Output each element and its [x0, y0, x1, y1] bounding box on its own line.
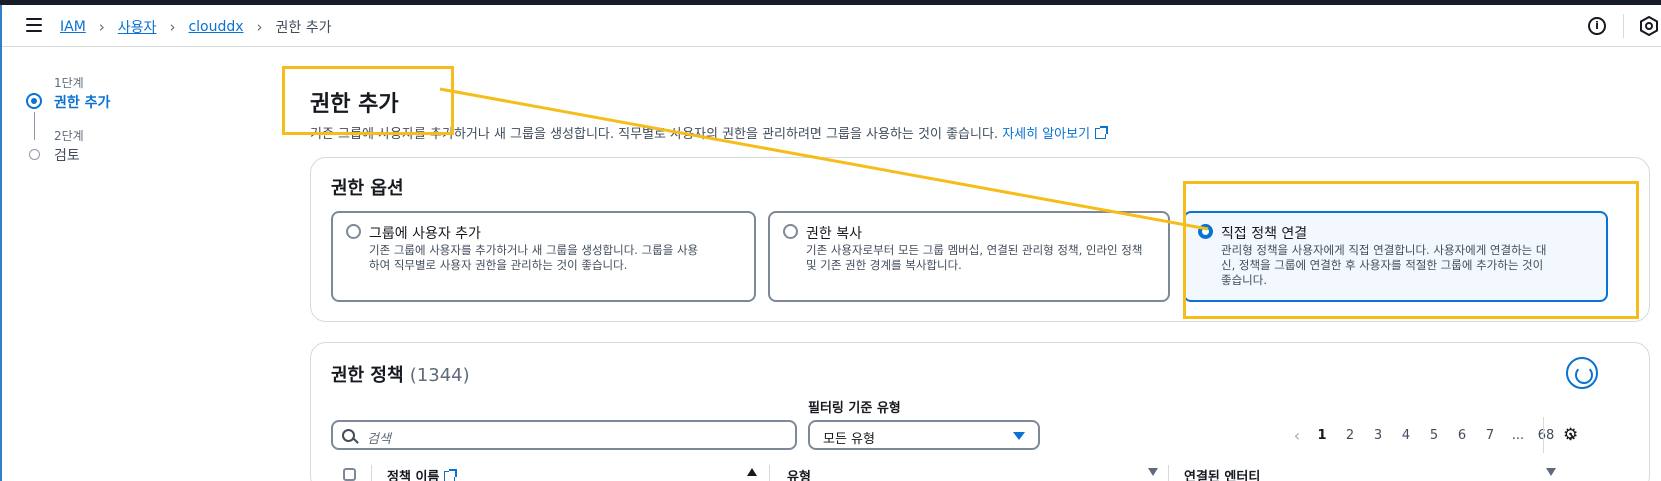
option-desc-line: 및 기존 권한 경계를 복사합니다.: [806, 258, 962, 272]
option-copy-permissions[interactable]: 권한 복사 기존 사용자로부터 모든 그룹 멤버십, 연결된 관리형 정책, 인…: [768, 211, 1170, 302]
learn-more-link[interactable]: 자세히 알아보기: [1002, 126, 1109, 142]
page-description-text: 기존 그룹에 사용자를 추가하거나 새 그룹을 생성합니다. 직무별로 사용자의…: [310, 127, 999, 142]
step-connector: [34, 112, 35, 140]
permission-policies-card: 권한 정책 (1344) 필터링 기준 유형 검색 모든 유형 ‹ 1 2 3 …: [310, 342, 1650, 481]
breadcrumb-current: 권한 추가: [275, 20, 332, 36]
topbar-divider: [1623, 14, 1624, 38]
radio-copy-permissions[interactable]: [783, 224, 798, 239]
option-description: 기존 그룹에 사용자를 추가하거나 새 그룹을 생성합니다. 그룹을 사용 하여…: [369, 243, 698, 273]
chevron-right-icon: ›: [256, 18, 263, 36]
permission-options-card: 권한 옵션 그룹에 사용자 추가 기존 그룹에 사용자를 추가하거나 새 그룹을…: [310, 157, 1650, 322]
column-header-type[interactable]: 유형: [787, 466, 811, 481]
radio-add-to-group[interactable]: [346, 224, 361, 239]
refresh-icon[interactable]: [1566, 357, 1598, 389]
sort-icon[interactable]: [1546, 468, 1556, 476]
chevron-left-icon[interactable]: ‹: [1286, 426, 1308, 445]
step-1-name[interactable]: 권한 추가: [54, 92, 110, 112]
column-divider: [769, 465, 770, 481]
step-2-label: 2단계: [54, 129, 84, 143]
option-title: 권한 복사: [806, 226, 862, 242]
option-desc-line: 관리형 정책을 사용자에게 직접 연결합니다. 사용자에게 연결하는 대: [1221, 243, 1547, 257]
breadcrumb-user-clouddx[interactable]: clouddx: [188, 19, 243, 35]
breadcrumb-iam[interactable]: IAM: [60, 19, 86, 35]
sort-ascending-icon[interactable]: [747, 468, 757, 476]
chevron-right-icon: ›: [169, 18, 176, 36]
step-1-label: 1단계: [54, 76, 84, 90]
page-button[interactable]: 6: [1448, 428, 1476, 443]
radio-attach-policies[interactable]: [1198, 224, 1213, 239]
option-title: 그룹에 사용자 추가: [369, 226, 481, 242]
step-2-name: 검토: [54, 148, 80, 164]
option-desc-line: 기존 사용자로부터 모든 그룹 멤버십, 연결된 관리형 정책, 인라인 정책: [806, 243, 1143, 257]
page-button[interactable]: 1: [1308, 428, 1336, 443]
option-description: 기존 사용자로부터 모든 그룹 멤버십, 연결된 관리형 정책, 인라인 정책 …: [806, 243, 1142, 273]
option-desc-line: 신, 정책을 그룹에 연결한 후 사용자를 적절한 그룹에 추가하는 것이: [1221, 258, 1544, 272]
hexagon-icon[interactable]: [1639, 16, 1659, 36]
external-link-icon: [1095, 126, 1109, 139]
top-navigation-bar: IAM › 사용자 › clouddx › 권한 추가 i: [2, 5, 1661, 47]
filter-type-select[interactable]: 모든 유형: [808, 420, 1040, 450]
option-title: 직접 정책 연결: [1221, 226, 1308, 242]
step-2-indicator-icon: [29, 149, 40, 160]
page-button[interactable]: 2: [1336, 428, 1364, 443]
left-edge-accent: [0, 5, 2, 481]
option-description: 관리형 정책을 사용자에게 직접 연결합니다. 사용자에게 연결하는 대 신, …: [1221, 243, 1546, 288]
page-description: 기존 그룹에 사용자를 추가하거나 새 그룹을 생성합니다. 직무별로 사용자의…: [310, 123, 1109, 142]
page-ellipsis: ...: [1511, 427, 1525, 443]
page-button[interactable]: 68: [1532, 428, 1560, 443]
table-header: 정책 이름 유형 연결된 엔터티: [331, 463, 1631, 481]
option-add-user-to-group[interactable]: 그룹에 사용자 추가 기존 그룹에 사용자를 추가하거나 새 그룹을 생성합니다…: [331, 211, 756, 302]
page-button[interactable]: 3: [1364, 428, 1392, 443]
search-input[interactable]: 검색: [331, 420, 797, 450]
gear-icon[interactable]: ⚙: [1563, 425, 1578, 445]
learn-more-label[interactable]: 자세히 알아보기: [1002, 127, 1090, 142]
pagination-divider: [1543, 417, 1544, 453]
breadcrumb: IAM › 사용자 › clouddx › 권한 추가: [60, 17, 332, 37]
column-header-policy-name[interactable]: 정책 이름: [387, 466, 458, 481]
option-desc-line: 하여 직무별로 사용자 권한을 관리하는 것이 좋습니다.: [369, 258, 628, 272]
page-button[interactable]: 4: [1392, 428, 1420, 443]
column-header-label: 정책 이름: [387, 470, 440, 481]
option-desc-line: 기존 그룹에 사용자를 추가하거나 새 그룹을 생성합니다. 그룹을 사용: [369, 243, 699, 257]
external-link-icon: [444, 469, 458, 481]
select-all-checkbox[interactable]: [343, 468, 356, 481]
search-icon: [342, 429, 355, 442]
policies-title-text: 권한 정책: [331, 365, 404, 386]
search-placeholder: 검색: [367, 432, 391, 447]
policies-count: (1344): [409, 365, 470, 386]
page-title: 권한 추가: [310, 92, 399, 117]
column-divider: [371, 465, 372, 481]
column-divider: [1168, 465, 1169, 481]
column-header-attached-entities[interactable]: 연결된 엔터티: [1184, 466, 1260, 481]
filter-type-label: 필터링 기준 유형: [808, 401, 901, 416]
page-button[interactable]: 7: [1476, 428, 1504, 443]
permission-options-title: 권한 옵션: [331, 178, 404, 199]
hamburger-icon[interactable]: [26, 18, 42, 32]
filter-type-value: 모든 유형: [823, 432, 875, 447]
option-attach-policies-directly[interactable]: 직접 정책 연결 관리형 정책을 사용자에게 직접 연결합니다. 사용자에게 연…: [1183, 211, 1608, 302]
permission-policies-title: 권한 정책 (1344): [331, 361, 470, 387]
chevron-right-icon: ›: [98, 18, 105, 36]
sort-icon[interactable]: [1148, 468, 1158, 476]
option-desc-line: 좋습니다.: [1221, 273, 1267, 287]
step-1-indicator-icon: [26, 93, 42, 109]
info-icon[interactable]: i: [1588, 17, 1606, 35]
caret-down-icon: [1013, 432, 1025, 440]
breadcrumb-users[interactable]: 사용자: [118, 17, 157, 37]
page-button[interactable]: 5: [1420, 428, 1448, 443]
pagination: ‹ 1 2 3 4 5 6 7 ... 68 ›: [1286, 423, 1582, 447]
